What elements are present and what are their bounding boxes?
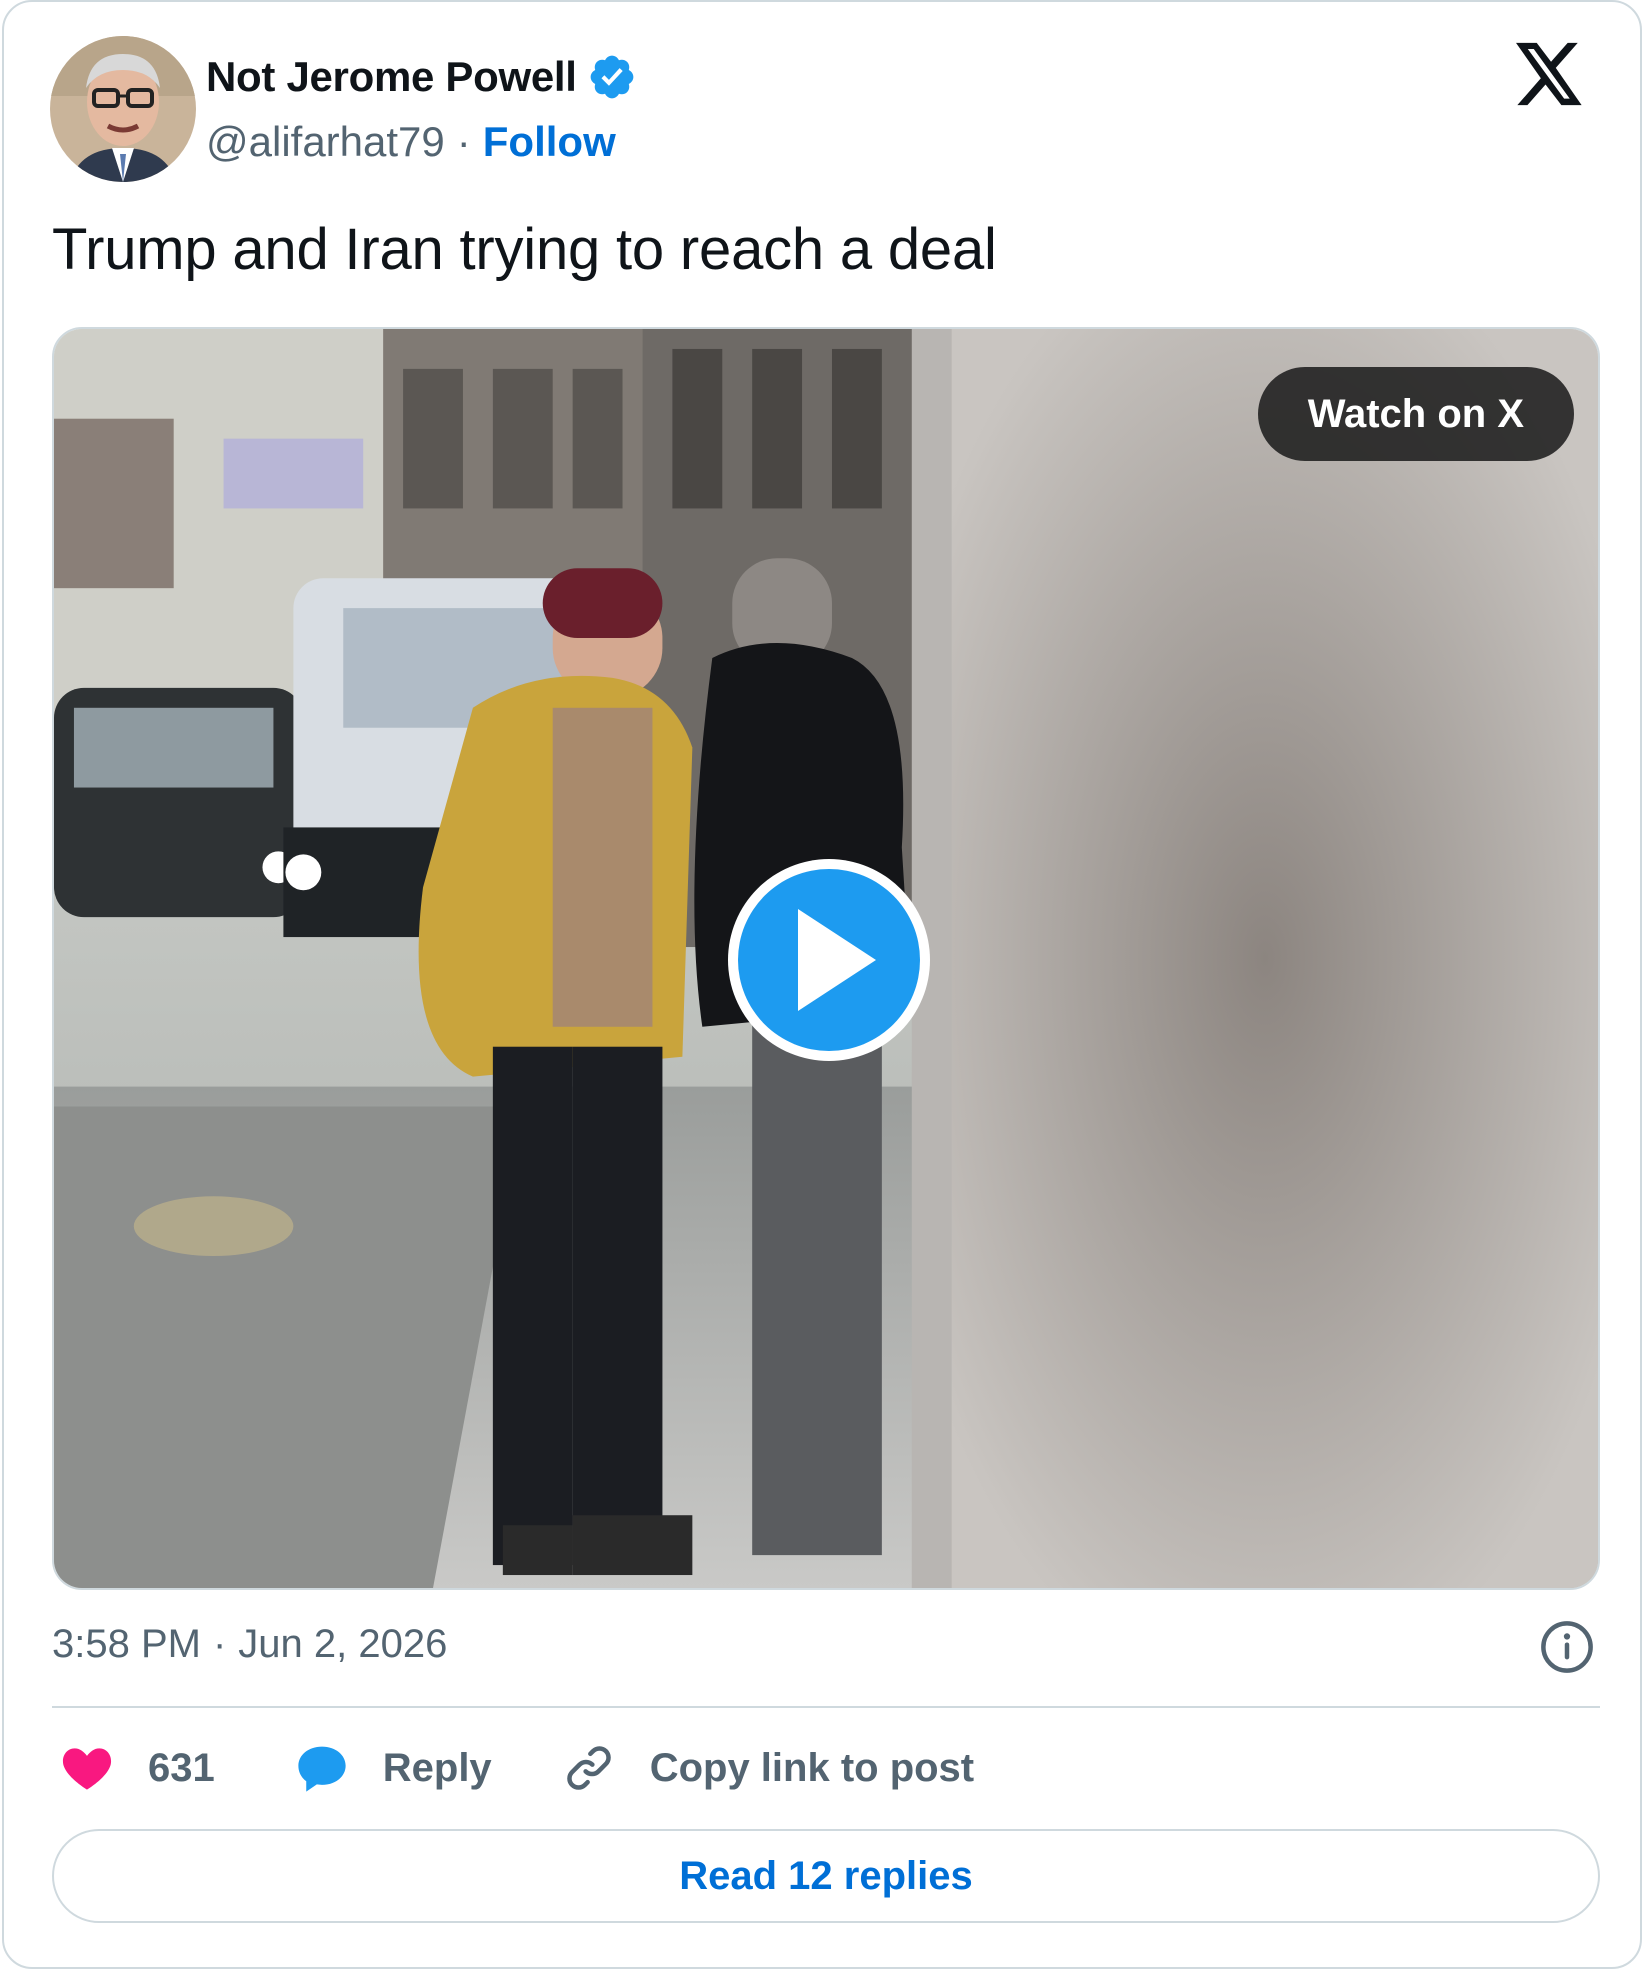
follow-link[interactable]: Follow [483, 118, 616, 166]
copy-link-label: Copy link to post [649, 1745, 975, 1790]
author-handle-row: @alifarhat79 · Follow [206, 118, 616, 166]
reply-bubble-icon [298, 1746, 346, 1792]
copy-link-button[interactable]: Copy link to post [562, 1741, 974, 1795]
like-count: 631 [148, 1745, 215, 1790]
post-date: Jun 2, 2026 [238, 1622, 448, 1666]
read-replies-button[interactable]: Read 12 replies [52, 1829, 1600, 1923]
reply-button[interactable]: Reply [295, 1741, 492, 1795]
info-icon[interactable] [1540, 1620, 1594, 1674]
watch-on-x-button[interactable]: Watch on X [1257, 367, 1574, 461]
heart-icon [62, 1748, 112, 1790]
timestamp-separator: · [212, 1622, 227, 1666]
author-avatar[interactable] [50, 36, 196, 182]
reply-label: Reply [382, 1745, 492, 1790]
avatar-image [50, 36, 196, 182]
author-handle[interactable]: @alifarhat79 [206, 118, 445, 166]
embedded-post-card: Not Jerome Powell @alifarhat79 · Follow … [2, 0, 1642, 1969]
verified-badge-icon [590, 55, 634, 99]
handle-separator: · [456, 118, 471, 165]
post-text: Trump and Iran trying to reach a deal [52, 217, 997, 282]
x-logo-icon[interactable] [1516, 42, 1584, 106]
video-media[interactable]: Watch on X [52, 327, 1600, 1590]
author-name-row: Not Jerome Powell [206, 52, 637, 102]
link-icon [566, 1746, 611, 1790]
play-button[interactable] [728, 859, 930, 1061]
like-button[interactable]: 631 [60, 1741, 215, 1795]
post-timestamp[interactable]: 3:58 PM · Jun 2, 2026 [52, 1622, 447, 1667]
play-icon [798, 909, 876, 1011]
post-time: 3:58 PM [52, 1622, 201, 1666]
action-bar: 631 Reply Copy link to post [60, 1738, 974, 1798]
divider [52, 1706, 1600, 1708]
author-name[interactable]: Not Jerome Powell [206, 53, 577, 101]
